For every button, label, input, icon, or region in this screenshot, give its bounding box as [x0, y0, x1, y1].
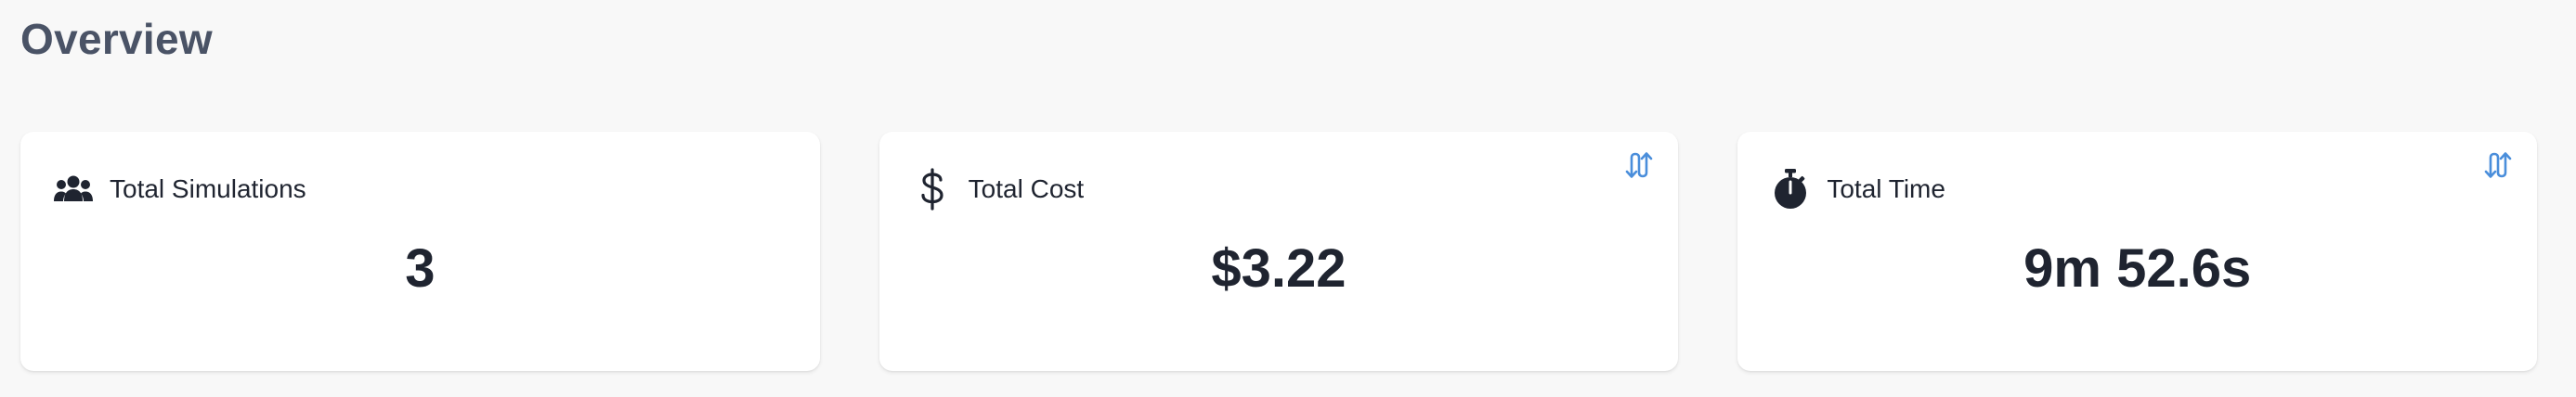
card-label: Total Simulations — [110, 174, 306, 203]
stat-card-total-simulations: Total Simulations 3 — [20, 132, 820, 371]
swap-vertical-icon — [2484, 152, 2512, 178]
swap-vertical-icon — [1626, 152, 1653, 178]
card-header: Total Cost — [911, 161, 1085, 217]
card-header: Total Simulations — [52, 161, 306, 217]
card-value: $3.22 — [1211, 238, 1347, 299]
card-value: 3 — [405, 238, 436, 299]
stats-cards: Total Simulations 3 Total Cost $3.22 Tot… — [20, 132, 2538, 371]
users-icon — [52, 168, 95, 211]
stat-card-total-time: Total Time 9m 52.6s — [1737, 132, 2538, 371]
swap-vertical-button[interactable] — [1620, 147, 1658, 184]
card-label: Total Cost — [968, 174, 1085, 203]
card-label: Total Time — [1827, 174, 1945, 203]
swap-vertical-button[interactable] — [2479, 147, 2517, 184]
page-title: Overview — [20, 15, 213, 63]
stopwatch-icon — [1769, 168, 1812, 211]
card-header: Total Time — [1769, 161, 1945, 217]
dollar-icon — [911, 168, 954, 211]
stat-card-total-cost: Total Cost $3.22 — [878, 132, 1679, 371]
card-value: 9m 52.6s — [2023, 238, 2252, 299]
